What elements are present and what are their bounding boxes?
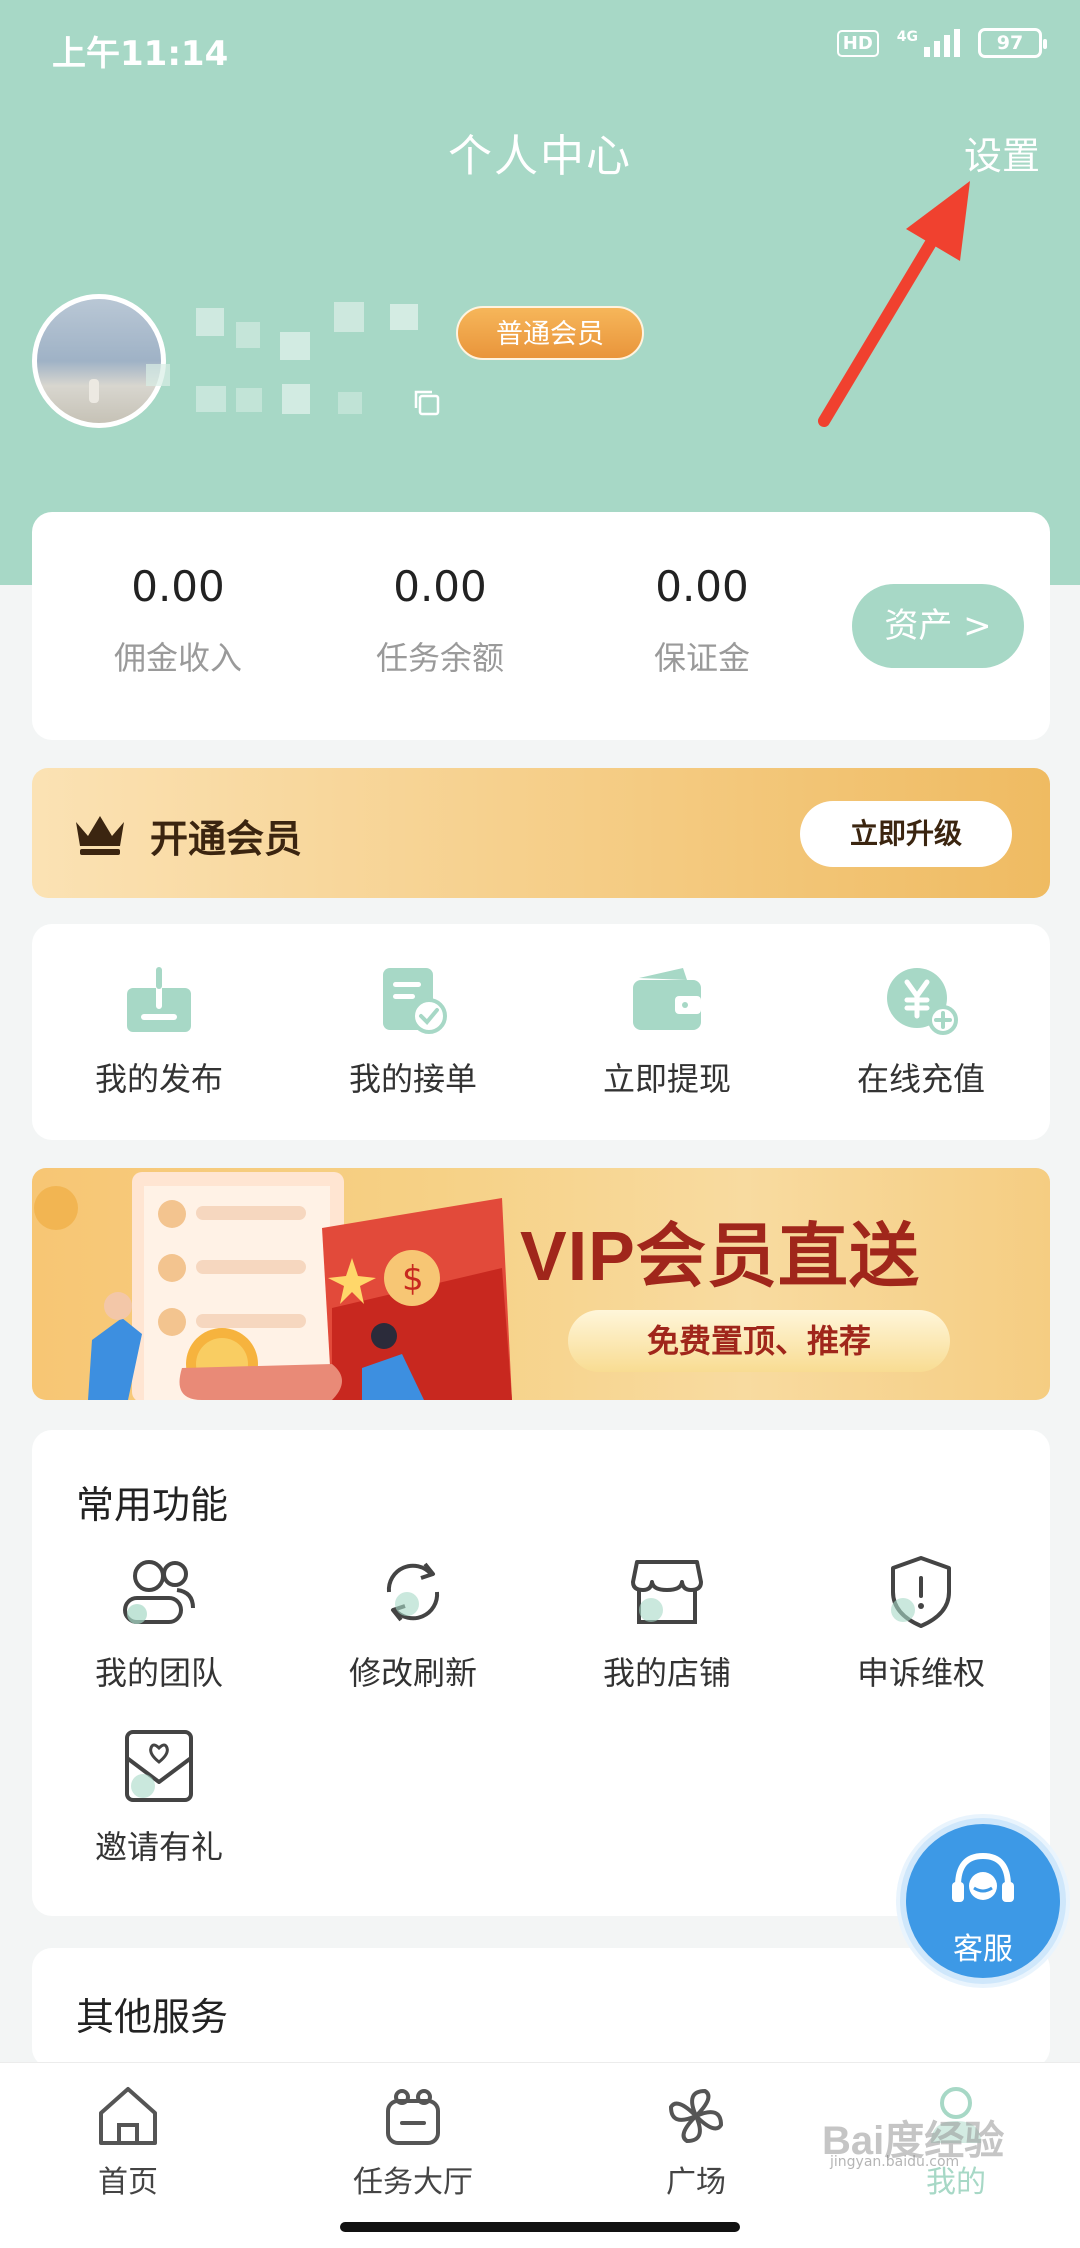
- quick-item-label: 我的接单: [348, 1060, 477, 1098]
- function-item-team[interactable]: 我的团队: [32, 1554, 286, 1694]
- stat-value: 0.00: [131, 562, 225, 611]
- quick-item-orders[interactable]: 我的接单: [286, 964, 540, 1100]
- banner-illustration-icon: $: [34, 1172, 512, 1400]
- quick-item-recharge[interactable]: 在线充值: [794, 964, 1048, 1100]
- home-icon: [99, 2087, 157, 2145]
- quick-actions-card: 我的发布 我的接单 立即提现 在线充值: [32, 924, 1050, 1140]
- stat-label: 任务余额: [375, 639, 504, 677]
- refresh-icon: [386, 1562, 440, 1622]
- function-item-label: 修改刷新: [348, 1654, 477, 1692]
- function-item-appeal[interactable]: 申诉维权: [794, 1554, 1048, 1694]
- function-item-label: 我的团队: [94, 1654, 223, 1692]
- function-item-label: 申诉维权: [856, 1654, 985, 1692]
- annotation-arrow-icon: [818, 181, 970, 427]
- avatar[interactable]: [32, 294, 166, 428]
- quick-item-publish[interactable]: 我的发布: [32, 964, 286, 1100]
- watermark-url: jingyan.baidu.com: [830, 2154, 960, 2170]
- task-hall-icon: [386, 2089, 440, 2145]
- quick-item-withdraw[interactable]: 立即提现: [540, 964, 794, 1100]
- stat-value: 0.00: [393, 562, 487, 611]
- order-check-icon: [383, 968, 447, 1034]
- svg-text:$: $: [402, 1259, 424, 1299]
- quick-item-label: 立即提现: [602, 1060, 731, 1098]
- vip-title: 开通会员: [150, 817, 303, 861]
- vip-promo-banner[interactable]: $ VIP会员直送 免费置顶、推荐: [32, 1168, 1050, 1400]
- function-item-label: 我的店铺: [602, 1654, 731, 1692]
- network-type: 4G: [896, 29, 918, 45]
- banner-subtitle: 免费置顶、推荐: [568, 1310, 950, 1372]
- function-item-invite[interactable]: 邀请有礼: [32, 1728, 286, 1868]
- customer-service-button[interactable]: 客服: [900, 1818, 1066, 1984]
- store-icon: [631, 1560, 703, 1624]
- stat-deposit[interactable]: 0.00 保证金: [592, 562, 812, 679]
- home-indicator[interactable]: [340, 2222, 740, 2232]
- tab-label: 首页: [98, 2165, 158, 2200]
- function-item-store[interactable]: 我的店铺: [540, 1554, 794, 1694]
- signal-icon: 4G: [897, 29, 960, 57]
- stat-task-balance[interactable]: 0.00 任务余额: [330, 562, 550, 679]
- headset-icon: [952, 1852, 1014, 1902]
- section-title: 常用功能: [76, 1483, 229, 1527]
- settings-button[interactable]: 设置: [964, 125, 1040, 180]
- stat-label: 保证金: [653, 639, 750, 677]
- stat-commission[interactable]: 0.00 佣金收入: [68, 562, 288, 679]
- recharge-icon: [887, 968, 958, 1035]
- member-level-badge: 普通会员: [456, 306, 644, 360]
- banner-title: VIP会员直送: [520, 1217, 920, 1295]
- invite-mail-icon: [125, 1730, 193, 1802]
- assets-button[interactable]: 资产 >: [852, 584, 1024, 668]
- team-icon: [123, 1560, 195, 1624]
- hd-icon: HD: [836, 29, 879, 57]
- stat-label: 佣金收入: [113, 639, 242, 677]
- tab-label: 任务大厅: [353, 2165, 473, 2200]
- other-services-card: 其他服务: [32, 1948, 1050, 2068]
- wallet-icon: [633, 968, 701, 1030]
- tab-task-hall[interactable]: 任务大厅: [303, 2085, 523, 2201]
- section-title: 其他服务: [76, 1995, 229, 2039]
- shield-alert-icon: [891, 1556, 951, 1628]
- status-indicators: HD 4G 97: [836, 28, 1047, 58]
- status-time: 上午11:14: [52, 34, 229, 74]
- copy-icon[interactable]: [410, 386, 442, 418]
- quick-item-label: 我的发布: [94, 1060, 223, 1098]
- quick-item-label: 在线充值: [856, 1060, 985, 1098]
- vip-upgrade-strip[interactable]: 开通会员 立即升级: [32, 768, 1050, 898]
- function-item-label: 邀请有礼: [94, 1828, 223, 1866]
- crown-icon: [76, 816, 124, 855]
- tab-home[interactable]: 首页: [18, 2085, 238, 2201]
- pinwheel-icon: [669, 2089, 723, 2143]
- stat-value: 0.00: [655, 562, 749, 611]
- upgrade-button[interactable]: 立即升级: [800, 801, 1012, 867]
- battery-icon: 97: [978, 28, 1047, 58]
- customer-service-label: 客服: [953, 1932, 1013, 1967]
- tab-label: 广场: [666, 2165, 726, 2200]
- function-item-refresh[interactable]: 修改刷新: [286, 1554, 540, 1694]
- common-functions-card: 常用功能 我的团队 修改刷新 我的店铺 申诉维权 邀请有礼: [32, 1430, 1050, 1916]
- upload-icon: [127, 967, 191, 1032]
- status-bar: 上午11:14 HD 4G 97: [0, 0, 1080, 95]
- tab-square[interactable]: 广场: [586, 2085, 806, 2201]
- assets-card: 0.00 佣金收入 0.00 任务余额 0.00 保证金 资产 >: [32, 512, 1050, 740]
